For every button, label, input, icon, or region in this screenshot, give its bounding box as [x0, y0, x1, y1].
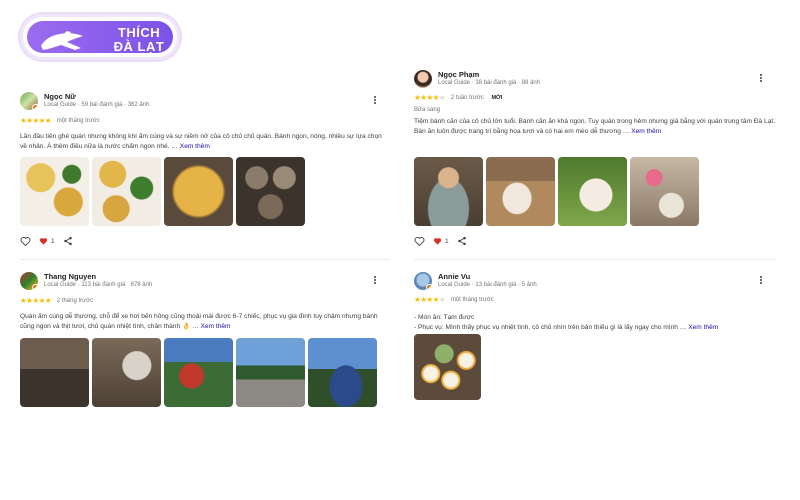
review-photo[interactable]: [236, 157, 305, 226]
airplane-icon: [41, 31, 83, 50]
see-more-link[interactable]: Xem thêm: [688, 324, 718, 331]
review-photo[interactable]: [164, 338, 233, 407]
star-rating: ★★★★★: [20, 116, 52, 125]
review-text: Tiệm bánh căn của cô chủ lớn tuổi. Bánh …: [414, 118, 776, 135]
review-text: - Món ăn: Tạm được - Phục vụ: Mình thấy …: [414, 314, 719, 331]
review-photos: [414, 157, 699, 226]
heart-filled-icon: [433, 238, 442, 245]
review-photo[interactable]: [92, 338, 161, 407]
more-options-icon[interactable]: [757, 275, 765, 287]
share-button[interactable]: [457, 236, 467, 246]
review-card: Thang Nguyen Local Guide · 113 bài đánh …: [20, 272, 390, 332]
reviewer-meta: Local Guide · 38 bài đánh giá · 88 ảnh: [438, 80, 541, 86]
heart-outline-icon: [20, 236, 31, 246]
review-photo[interactable]: [92, 157, 161, 226]
review-time: 2 tuần trước: [450, 94, 484, 101]
likes-count: 1: [39, 237, 55, 245]
likes-count: 1: [433, 237, 449, 245]
meal-type-label: Bữa sáng: [414, 107, 441, 113]
review-text: Lần đầu tiên ghé quán nhưng không khí ấm…: [20, 133, 382, 150]
avatar[interactable]: [414, 70, 432, 88]
avatar[interactable]: [20, 272, 38, 290]
star-rating: ★★★★★: [414, 93, 446, 102]
review-time: 2 tháng trước: [56, 297, 94, 304]
review-photo[interactable]: [20, 157, 89, 226]
review-card: Annie Vu Local Guide · 13 bài đánh giá ·…: [414, 272, 776, 333]
review-card: Ngọc Nữ Local Guide · 59 bài đánh giá · …: [20, 92, 390, 152]
review-actions: 1: [20, 236, 81, 246]
star-rating: ★★★★★: [20, 296, 52, 305]
review-photo[interactable]: [308, 338, 377, 407]
reviewer-name[interactable]: Thang Nguyen: [44, 272, 96, 281]
see-more-link[interactable]: Xem thêm: [631, 128, 661, 135]
share-icon: [63, 236, 72, 246]
reviewer-name[interactable]: Ngọc Nữ: [44, 92, 76, 101]
review-photos: [414, 334, 481, 400]
review-photo[interactable]: [630, 157, 699, 226]
brand-logo[interactable]: THÍCH ĐÀ LẠT: [20, 14, 180, 60]
reviewer-meta: Local Guide · 59 bài đánh giá · 362 ảnh: [44, 102, 150, 108]
review-actions: 1: [414, 236, 475, 246]
heart-outline-icon: [414, 236, 425, 246]
like-button[interactable]: [414, 236, 425, 246]
review-photo[interactable]: [558, 157, 627, 226]
share-button[interactable]: [63, 236, 73, 246]
star-rating: ★★★★★: [414, 295, 446, 304]
divider: [20, 259, 390, 260]
review-photo[interactable]: [414, 157, 483, 226]
share-icon: [457, 236, 466, 246]
reviewer-meta: Local Guide · 113 bài đánh giá · 878 ảnh: [44, 282, 153, 288]
brand-name: THÍCH ĐÀ LẠT: [113, 25, 165, 54]
reviewer-name[interactable]: Annie Vu: [438, 272, 470, 281]
review-photos: [20, 157, 305, 226]
reviewer-name[interactable]: Ngọc Phạm: [438, 70, 479, 79]
review-photos: [20, 338, 377, 407]
review-time: một tháng trước: [450, 296, 494, 303]
see-more-link[interactable]: Xem thêm: [200, 323, 230, 330]
avatar[interactable]: [20, 92, 38, 110]
review-photo[interactable]: [164, 157, 233, 226]
review-card: Ngọc Phạm Local Guide · 38 bài đánh giá …: [414, 70, 776, 137]
review-time: một tháng trước: [56, 117, 100, 124]
new-badge: MỚI: [491, 94, 503, 101]
more-options-icon[interactable]: [757, 73, 765, 85]
review-photo[interactable]: [236, 338, 305, 407]
avatar[interactable]: [414, 272, 432, 290]
more-options-icon[interactable]: [371, 275, 379, 287]
review-photo[interactable]: [414, 334, 481, 400]
more-options-icon[interactable]: [371, 95, 379, 107]
like-button[interactable]: [20, 236, 31, 246]
review-photo[interactable]: [20, 338, 89, 407]
heart-filled-icon: [39, 238, 48, 245]
see-more-link[interactable]: Xem thêm: [180, 143, 210, 150]
divider: [414, 259, 776, 260]
review-text: Quán ấm cúng dễ thương, chỗ để xe hơi bê…: [20, 313, 378, 330]
reviewer-meta: Local Guide · 13 bài đánh giá · 5 ảnh: [438, 282, 537, 288]
review-photo[interactable]: [486, 157, 555, 226]
